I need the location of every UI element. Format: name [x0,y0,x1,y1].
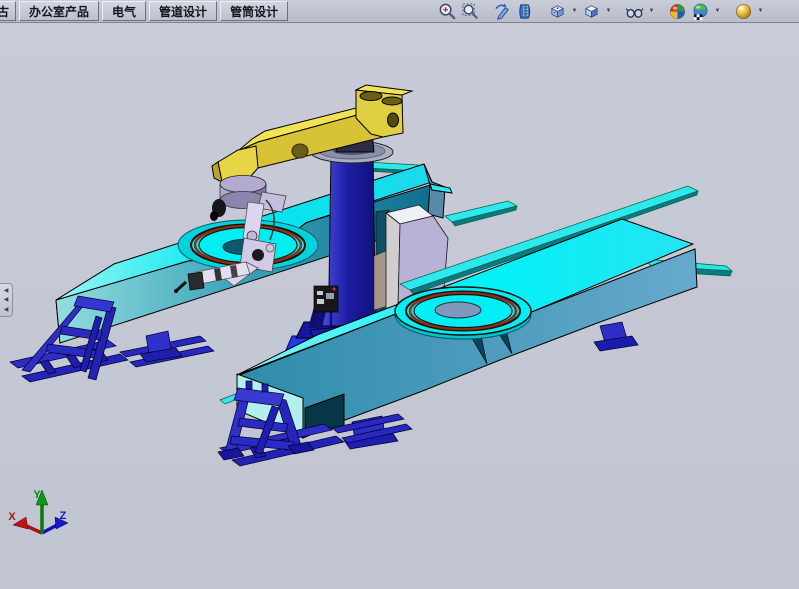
tab-electrical[interactable]: 电气 [102,1,146,21]
view-settings-dropdown[interactable]: ▼ [756,1,765,21]
apply-scene-icon[interactable] [690,1,711,21]
view-settings-icon[interactable] [733,1,754,21]
tab-piping-design[interactable]: 管道设计 [149,1,217,21]
triad-y-label: Y [33,489,41,501]
feature-panel-expander[interactable]: ◀ ◀ ◀ [0,283,13,317]
tab-tubing-design[interactable]: 管筒设计 [220,1,288,21]
triad-z-label: Z [60,510,67,522]
display-style-dropdown[interactable]: ▼ [604,1,613,21]
tab-office-products[interactable]: 办公室产品 [19,1,99,21]
viewport-canvas[interactable]: Y X Z [0,0,799,589]
hide-show-items-icon[interactable] [624,1,645,21]
expand-left-icon: ◀ [4,288,9,294]
expand-left-icon: ◀ [4,307,9,313]
apply-scene-dropdown[interactable]: ▼ [713,1,722,21]
hide-show-items-dropdown[interactable]: ▼ [647,1,656,21]
display-style-icon[interactable] [581,1,602,21]
zoom-to-fit-icon[interactable] [437,1,458,21]
triad-x-label: X [8,511,16,523]
edit-appearance-icon[interactable] [667,1,688,21]
front-ring-center-hole[interactable] [435,302,481,318]
rotate-view-icon[interactable] [492,1,513,21]
expand-left-icon: ◀ [4,297,9,303]
heads-up-view-toolbar: ▼ ▼ ▼ [437,0,765,22]
section-view-icon[interactable] [515,1,536,21]
tab-partial[interactable]: 古 [0,1,16,21]
view-orientation-icon[interactable] [547,1,568,21]
view-orientation-dropdown[interactable]: ▼ [570,1,579,21]
zoom-to-area-icon[interactable] [460,1,481,21]
